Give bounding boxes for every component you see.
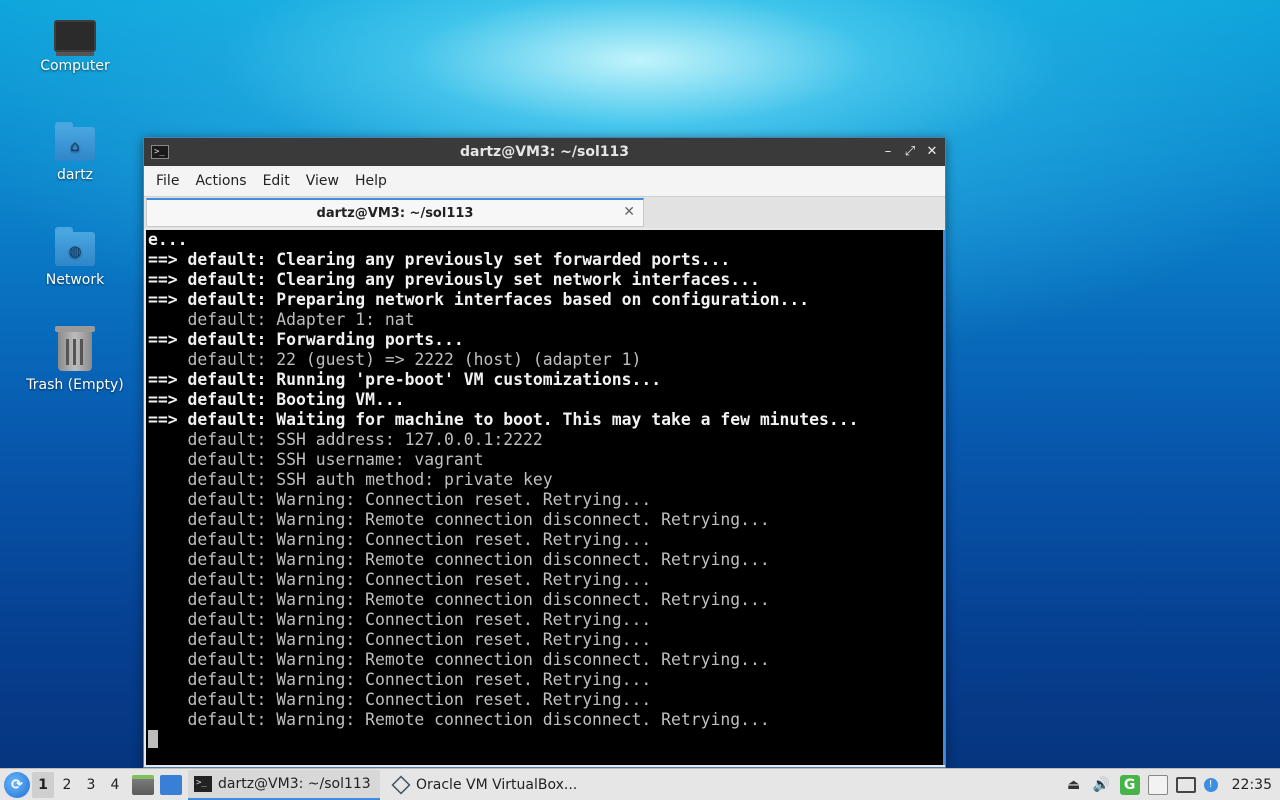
menu-actions[interactable]: Actions — [187, 166, 254, 196]
eject-icon[interactable]: ⏏ — [1064, 775, 1084, 795]
terminal-line: default: Warning: Connection reset. Retr… — [148, 690, 652, 709]
terminal-scrollbar[interactable] — [943, 230, 945, 765]
window-titlebar[interactable]: >_ dartz@VM3: ~/sol113 – ⤢ ✕ — [144, 138, 945, 166]
tab-close-icon[interactable]: ✕ — [623, 204, 635, 220]
menu-help[interactable]: Help — [347, 166, 395, 196]
menu-view[interactable]: View — [298, 166, 347, 196]
terminal-line: default: Warning: Remote connection disc… — [148, 510, 770, 529]
terminal-line: default: SSH auth method: private key — [148, 470, 553, 489]
menu-bar: File Actions Edit View Help — [144, 166, 945, 196]
terminal-line: default: Adapter 1: nat — [148, 310, 415, 329]
workspace-2[interactable]: 2 — [56, 772, 78, 798]
virtualbox-icon — [391, 774, 411, 795]
terminal-line: ==> default: Preparing network interface… — [148, 290, 810, 309]
terminal-line: ==> default: Clearing any previously set… — [148, 250, 731, 269]
workspace-1[interactable]: 1 — [32, 771, 54, 798]
workspace-4[interactable]: 4 — [104, 772, 126, 798]
clock[interactable]: 22:35 — [1232, 777, 1272, 793]
start-menu-button[interactable]: ⟳ — [4, 771, 30, 798]
text-cursor — [148, 730, 158, 748]
taskbar: ⟳ 1 2 3 4 >_ dartz@VM3: ~/sol113 Oracle … — [0, 768, 1280, 800]
computer-icon — [54, 20, 96, 52]
desktop-icon-label: Trash (Empty) — [26, 377, 124, 393]
updates-icon[interactable]: G — [1119, 774, 1140, 795]
task-terminal[interactable]: >_ dartz@VM3: ~/sol113 — [188, 769, 380, 800]
terminal-line: default: Warning: Remote connection disc… — [148, 710, 770, 729]
menu-edit[interactable]: Edit — [255, 166, 298, 196]
terminal-line: e... — [148, 230, 188, 249]
tab-label: dartz@VM3: ~/sol113 — [316, 206, 474, 221]
network-icon[interactable] — [1175, 776, 1196, 793]
maximize-icon[interactable]: ⤢ — [903, 145, 917, 159]
terminal-line: default: Warning: Connection reset. Retr… — [148, 530, 652, 549]
home-folder-icon: ⌂ — [55, 122, 95, 161]
task-label: dartz@VM3: ~/sol113 — [218, 775, 371, 792]
system-tray: ⏏ 🔊 G ! 22:35 — [1064, 774, 1280, 795]
terminal-line: default: Warning: Connection reset. Retr… — [148, 630, 652, 649]
terminal-line: ==> default: Clearing any previously set… — [148, 270, 760, 289]
task-label: Oracle VM VirtualBox... — [416, 776, 578, 793]
desktop-icon-label: Computer — [40, 58, 110, 74]
notification-icon[interactable]: ! — [1203, 777, 1218, 792]
terminal-line: default: Warning: Remote connection disc… — [148, 550, 770, 569]
terminal-output[interactable]: e... ==> default: Clearing any previously… — [146, 230, 943, 765]
volume-icon[interactable]: 🔊 — [1092, 775, 1112, 795]
terminal-line: default: Warning: Connection reset. Retr… — [148, 670, 652, 689]
desktop-icon-trash[interactable]: Trash (Empty) — [15, 326, 135, 393]
desktop-icon-home[interactable]: ⌂ dartz — [15, 121, 135, 183]
terminal-line: default: 22 (guest) => 2222 (host) (adap… — [148, 350, 642, 369]
task-virtualbox[interactable]: Oracle VM VirtualBox... — [386, 770, 583, 800]
desktop-icon-computer[interactable]: Computer — [15, 16, 135, 74]
network-folder-icon: ◍ — [55, 227, 95, 266]
terminal-line: default: Warning: Connection reset. Retr… — [148, 490, 652, 509]
terminal-line: default: Warning: Remote connection disc… — [148, 590, 770, 609]
terminal-prompt-line — [148, 730, 943, 750]
minimize-icon[interactable]: – — [881, 145, 895, 159]
terminal-line: ==> default: Booting VM... — [148, 390, 405, 409]
terminal-line: default: Warning: Connection reset. Retr… — [148, 610, 652, 629]
terminal-line: default: SSH address: 127.0.0.1:2222 — [148, 430, 543, 449]
close-icon[interactable]: ✕ — [925, 145, 939, 159]
terminal-line: default: Warning: Remote connection disc… — [148, 650, 770, 669]
window-title: dartz@VM3: ~/sol113 — [459, 144, 629, 160]
trash-icon — [55, 326, 95, 371]
terminal-line: ==> default: Waiting for machine to boot… — [148, 410, 859, 429]
terminal-icon[interactable]: >_ — [151, 145, 169, 159]
terminal-window: >_ dartz@VM3: ~/sol113 – ⤢ ✕ File Action… — [143, 137, 946, 768]
terminal-line: ==> default: Forwarding ports... — [148, 330, 464, 349]
file-manager-icon[interactable] — [132, 774, 154, 795]
terminal-icon: >_ — [194, 775, 212, 792]
terminal-line: ==> default: Running 'pre-boot' VM custo… — [148, 370, 662, 389]
desktop-icon-label: Network — [45, 272, 105, 288]
terminal-tab[interactable]: dartz@VM3: ~/sol113 ✕ — [146, 198, 644, 227]
tab-bar: dartz@VM3: ~/sol113 ✕ — [144, 196, 945, 228]
show-desktop-icon[interactable] — [160, 774, 182, 795]
desktop-icon-label: dartz — [56, 167, 94, 183]
terminal-line: default: SSH username: vagrant — [148, 450, 484, 469]
clipboard-icon[interactable] — [1147, 774, 1168, 795]
desktop-icon-network[interactable]: ◍ Network — [15, 226, 135, 288]
terminal-line: default: Warning: Connection reset. Retr… — [148, 570, 652, 589]
menu-file[interactable]: File — [148, 166, 187, 196]
workspace-3[interactable]: 3 — [80, 772, 102, 798]
